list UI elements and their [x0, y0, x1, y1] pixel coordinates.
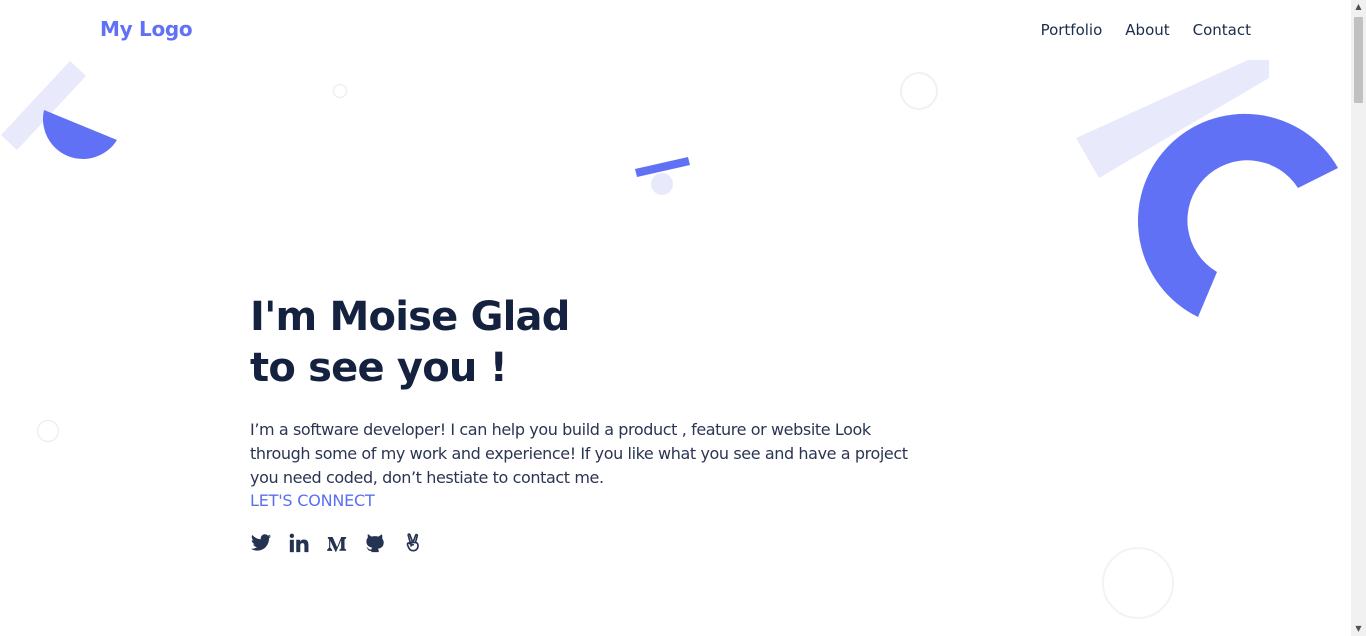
twitter-icon — [250, 534, 272, 551]
twitter-link[interactable] — [250, 532, 272, 554]
deco-ring-right — [1137, 113, 1338, 317]
main-nav: Portfolio About Contact — [1041, 20, 1251, 40]
deco-circle-medium — [900, 72, 938, 110]
github-link[interactable] — [364, 532, 386, 554]
deco-circle-left — [36, 419, 60, 443]
linkedin-link[interactable] — [288, 532, 310, 554]
scroll-up-arrow-icon[interactable]: ▲ — [1351, 0, 1366, 14]
nav-portfolio[interactable]: Portfolio — [1041, 20, 1103, 40]
hero-heading-line1: I'm Moise Glad — [250, 294, 570, 340]
vertical-scrollbar[interactable]: ▲ ▼ — [1351, 0, 1366, 636]
page: My Logo Portfolio About Contact I'm Mois… — [0, 0, 1351, 636]
deco-half-disc — [42, 110, 118, 159]
linkedin-icon — [289, 533, 309, 553]
hero-section: I'm Moise Glad to see you ! I’m a softwa… — [250, 292, 910, 554]
nav-about[interactable]: About — [1125, 20, 1169, 40]
angellist-link[interactable] — [402, 532, 424, 554]
hero-heading-line2: to see you ! — [250, 345, 508, 391]
medium-link[interactable] — [326, 532, 348, 554]
nav-contact[interactable]: Contact — [1193, 20, 1251, 40]
scrollbar-thumb[interactable] — [1354, 17, 1363, 103]
social-links — [250, 532, 910, 554]
github-icon — [366, 533, 384, 553]
deco-dot-center — [651, 173, 673, 195]
medium-icon — [327, 537, 347, 552]
hero-description: I’m a software developer! I can help you… — [250, 420, 908, 487]
lets-connect-link[interactable]: LET'S CONNECT — [250, 491, 375, 510]
angellist-icon — [406, 533, 419, 552]
scroll-down-arrow-icon[interactable]: ▼ — [1351, 622, 1366, 636]
hero-heading: I'm Moise Glad to see you ! — [250, 292, 910, 394]
deco-circle-large — [1102, 547, 1174, 619]
site-logo[interactable]: My Logo — [100, 17, 193, 41]
deco-circle-small — [332, 83, 348, 99]
